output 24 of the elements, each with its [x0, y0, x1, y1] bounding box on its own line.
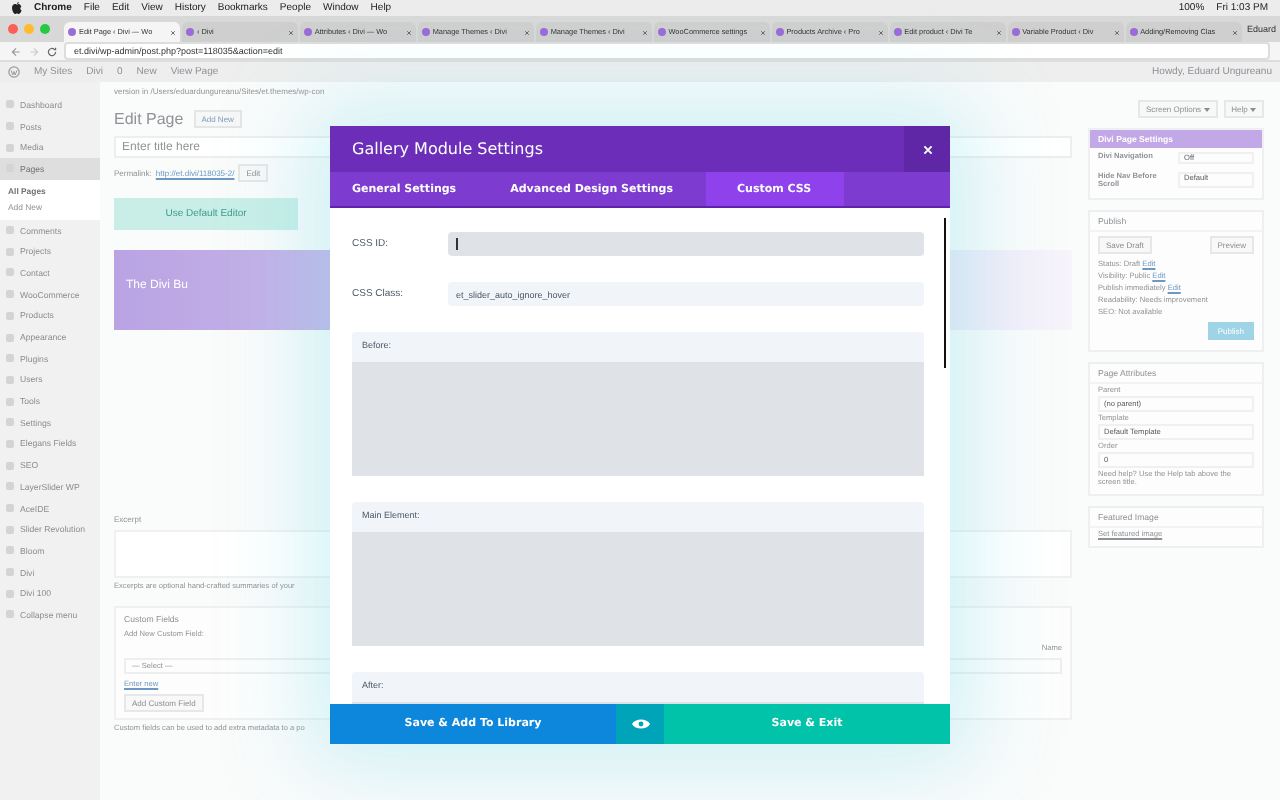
close-icon[interactable] [523, 29, 530, 35]
close-icon[interactable] [405, 29, 412, 35]
page-heading: Edit Page [114, 110, 184, 128]
reload-icon[interactable] [46, 45, 58, 57]
caret-icon [1250, 108, 1256, 112]
close-light-icon[interactable] [8, 24, 18, 34]
close-icon[interactable] [995, 29, 1002, 35]
close-icon[interactable] [1231, 29, 1238, 35]
close-icon[interactable] [641, 29, 648, 35]
preview-button[interactable] [616, 704, 664, 744]
wordpress-logo-icon[interactable] [8, 66, 20, 78]
close-icon[interactable] [877, 29, 884, 35]
back-arrow-icon[interactable] [10, 45, 22, 57]
close-icon[interactable] [759, 29, 766, 35]
text-field[interactable] [448, 232, 924, 256]
close-icon [921, 143, 933, 155]
close-icon[interactable] [1113, 29, 1120, 35]
modal-title: Gallery Module Settings [350, 138, 545, 162]
scrollbar-thumb[interactable] [943, 218, 946, 368]
close-icon[interactable] [287, 29, 294, 35]
apple-icon[interactable] [12, 2, 22, 14]
caret-icon [1203, 108, 1210, 112]
close-icon[interactable] [169, 29, 176, 35]
eye-icon [631, 718, 649, 730]
